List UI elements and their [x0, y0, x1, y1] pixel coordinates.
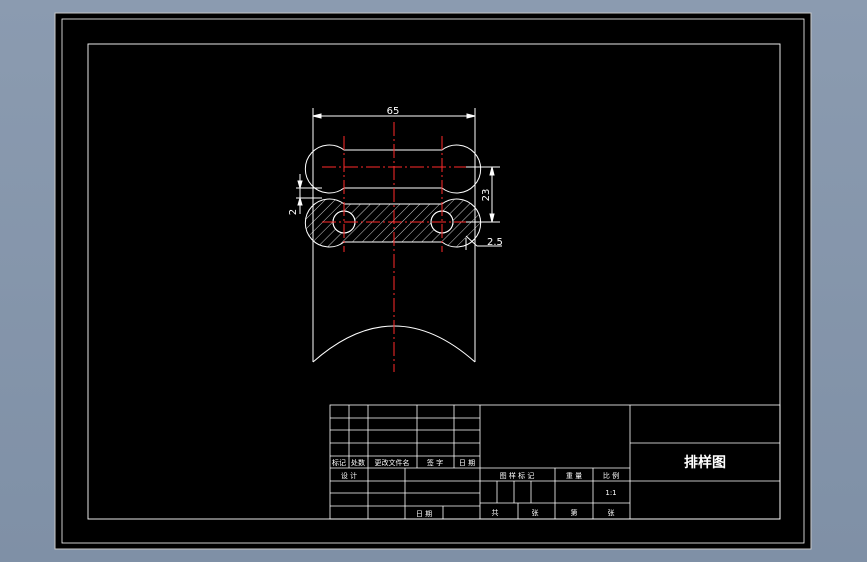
rev-header-sign: 签 字 — [427, 458, 443, 467]
rev-header-count: 处数 — [351, 458, 365, 467]
scale-label: 比 例 — [603, 471, 619, 480]
rev-header-change-doc: 更改文件名 — [375, 458, 410, 467]
dim-pitch-text: 23 — [481, 189, 492, 202]
designer-label: 设 计 — [341, 471, 357, 480]
total-sheets-label: 共 — [492, 508, 499, 517]
dim-gap-text: 2 — [288, 209, 299, 215]
drawing-canvas: 65 23 2 2.5 标记 处数 更改文件名 签 字 日 期 设 计 日 期 … — [54, 12, 812, 550]
date-label: 日 期 — [416, 510, 432, 518]
blank-hatched-lower — [304, 198, 482, 248]
scale-value: 1:1 — [605, 489, 616, 497]
dim-margin-text: 2.5 — [487, 237, 503, 248]
rev-header-date: 日 期 — [459, 459, 475, 467]
dim-width-text: 65 — [387, 106, 400, 117]
drawing-title: 排样图 — [684, 454, 726, 471]
total-sheets-unit: 张 — [532, 508, 539, 517]
sheet-no-label: 第 — [571, 508, 578, 517]
sheet-no-unit: 张 — [608, 508, 615, 517]
weight-label: 重 量 — [566, 472, 582, 480]
rev-header-mark: 标记 — [332, 458, 346, 467]
stage-mark-label: 图 样 标 记 — [500, 471, 535, 480]
